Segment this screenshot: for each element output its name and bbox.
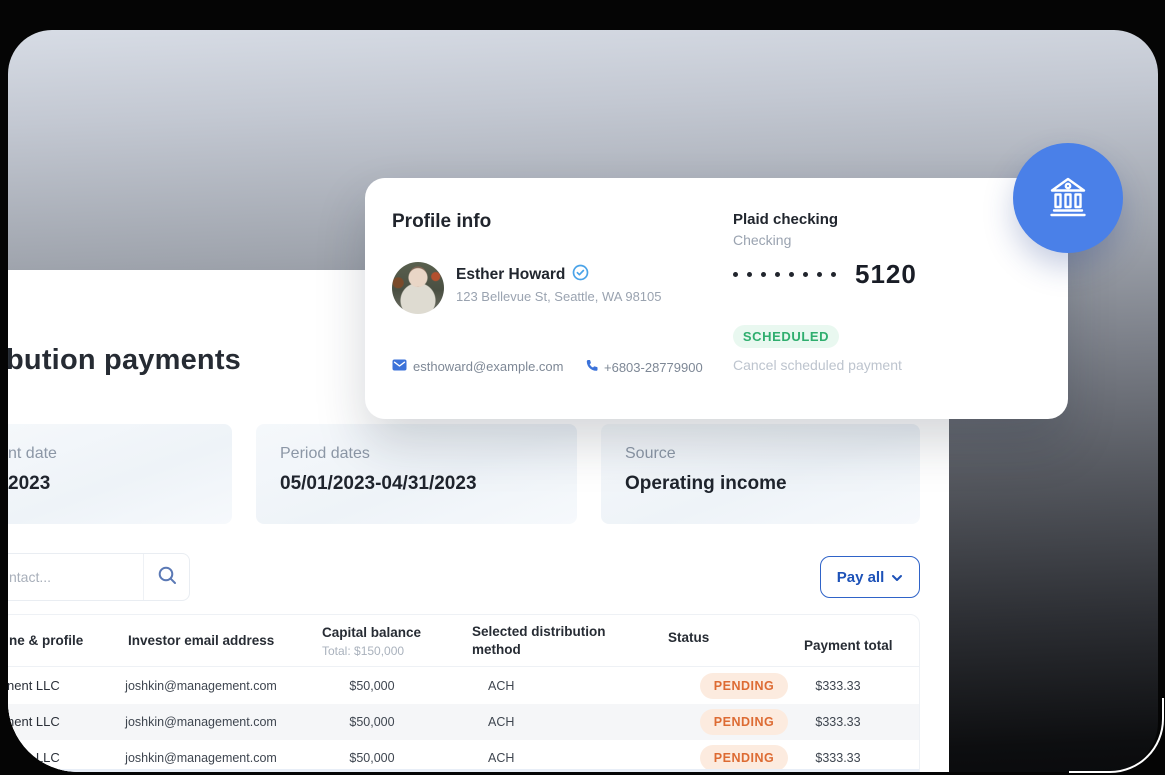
cell-capital: $50,000 [322, 704, 422, 740]
cancel-scheduled-payment-link[interactable]: Cancel scheduled payment [733, 357, 902, 373]
cell-investor-name: nent LLC [8, 704, 60, 740]
profile-card-title: Profile info [392, 211, 491, 233]
mail-icon [392, 359, 407, 374]
summary-card-label: Period dates [280, 445, 370, 463]
masked-account-number: 5120 [733, 258, 917, 290]
mask-dot [761, 272, 766, 277]
cell-email: joshkin@management.com [121, 704, 281, 740]
col-status: Status [668, 630, 709, 645]
mask-dot [831, 272, 836, 277]
pay-all-label: Pay all [837, 569, 885, 586]
profile-phone-link[interactable]: +6803-28779900 [585, 359, 703, 375]
summary-card-label: nt date [8, 445, 57, 463]
table-row: nent LLC joshkin@management.com $50,000 … [8, 668, 919, 704]
summary-card-value: 05/01/2023-04/31/2023 [280, 473, 477, 495]
summary-card-payment-date: nt date 2023 [8, 424, 232, 524]
cell-total: $333.33 [788, 704, 888, 740]
search-icon [157, 565, 178, 589]
bank-account-type: Checking [733, 232, 791, 248]
search-button[interactable] [144, 554, 191, 600]
table-header: ne & profile Investor email address Capi… [8, 615, 919, 667]
cell-email: joshkin@management.com [121, 740, 281, 772]
mask-dot [747, 272, 752, 277]
cell-capital: $50,000 [322, 740, 422, 772]
status-badge: PENDING [700, 673, 788, 699]
profile-email-link[interactable]: esthoward@example.com [392, 359, 563, 374]
chevron-down-icon [891, 569, 903, 586]
table-row: nent LLC joshkin@management.com $50,000 … [8, 704, 919, 740]
col-investor-email: Investor email address [128, 633, 274, 648]
mask-dot [733, 272, 738, 277]
bank-circle-button[interactable] [1013, 143, 1123, 253]
phone-icon [585, 359, 598, 375]
verified-check-icon [572, 264, 589, 286]
account-last4: 5120 [855, 259, 917, 290]
cell-total: $333.33 [788, 668, 888, 704]
cell-method: ACH [488, 668, 514, 704]
screenshot-canvas: bution payments nt date 2023 Period date… [0, 0, 1165, 775]
profile-name: Esther Howard [456, 266, 565, 284]
bank-account-name: Plaid checking [733, 211, 838, 228]
cell-method: ACH [488, 740, 514, 772]
cell-total: $333.33 [788, 740, 888, 772]
profile-email: esthoward@example.com [413, 359, 563, 374]
profile-address: 123 Bellevue St, Seattle, WA 98105 [456, 289, 662, 304]
summary-card-source: Source Operating income [601, 424, 920, 524]
search-field [8, 553, 190, 601]
page-title: bution payments [8, 344, 241, 377]
mask-dot [803, 272, 808, 277]
table-row: nent LLC joshkin@management.com $50,000 … [8, 740, 919, 772]
col-capital-balance: Capital balance [322, 625, 421, 640]
profile-phone: +6803-28779900 [604, 360, 703, 375]
mask-dot [775, 272, 780, 277]
cell-investor-name: nent LLC [8, 740, 60, 772]
next-row-edge [8, 769, 919, 772]
bank-icon [1044, 173, 1092, 224]
cell-email: joshkin@management.com [121, 668, 281, 704]
payments-table: ne & profile Investor email address Capi… [8, 614, 920, 772]
status-badge: PENDING [700, 709, 788, 735]
cell-method: ACH [488, 704, 514, 740]
profile-name-row: Esther Howard [456, 264, 589, 286]
profile-card: Profile info Esther Howard 123 Bellevue … [365, 178, 1068, 419]
status-badge: PENDING [700, 745, 788, 771]
col-capital-total: Total: $150,000 [322, 644, 404, 658]
cell-investor-name: nent LLC [8, 668, 60, 704]
summary-card-period-dates: Period dates 05/01/2023-04/31/2023 [256, 424, 577, 524]
mask-dot [789, 272, 794, 277]
col-payment-total: Payment total [804, 638, 893, 653]
col-distribution-method: Selected distribution method [472, 623, 612, 659]
col-name-profile: ne & profile [9, 633, 83, 648]
summary-card-value: Operating income [625, 473, 787, 495]
avatar [392, 262, 444, 314]
pay-all-button[interactable]: Pay all [820, 556, 920, 598]
search-input[interactable] [8, 554, 141, 600]
scheduled-badge: SCHEDULED [733, 325, 839, 348]
cell-capital: $50,000 [322, 668, 422, 704]
summary-card-label: Source [625, 445, 676, 463]
mask-dot [817, 272, 822, 277]
summary-card-value: 2023 [8, 473, 50, 495]
